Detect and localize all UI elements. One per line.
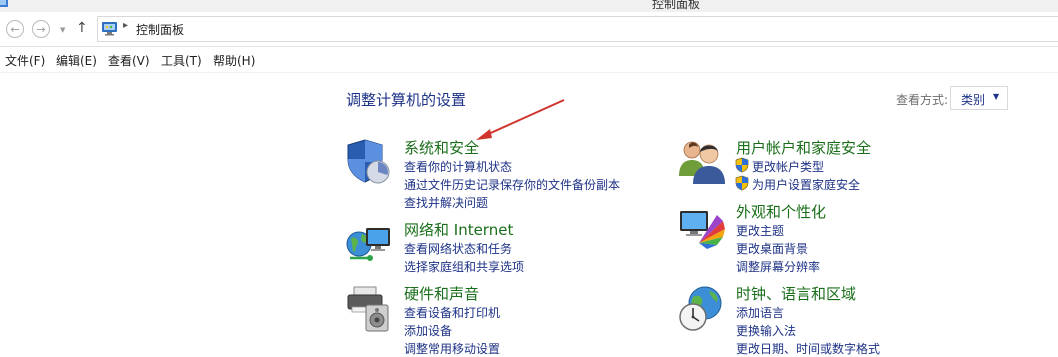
category-title-network-internet[interactable]: 网络和 Internet [404,219,513,240]
link-add-language[interactable]: 添加语言 [736,304,784,321]
clock-language-icon[interactable] [677,283,727,333]
chevron-down-icon: ▼ [993,92,1000,101]
link-family-safety[interactable]: 为用户设置家庭安全 [752,176,860,193]
view-by-value: 类别 [961,93,986,107]
category-title-system-security[interactable]: 系统和安全 [404,137,479,158]
control-panel-icon [102,22,117,36]
link-devices-printers[interactable]: 查看设备和打印机 [404,304,500,321]
menu-help[interactable]: 帮助(H) [213,52,255,69]
link-troubleshoot[interactable]: 查找并解决问题 [404,194,488,211]
category-title-hardware-sound[interactable]: 硬件和声音 [404,283,479,304]
recent-locations-dropdown-icon[interactable]: ▼ [60,26,65,34]
uac-shield-icon [735,157,749,173]
breadcrumb-separator-icon[interactable]: ▸ [123,20,128,31]
navigation-bar: ← → ▼ ↑ ▸ 控制面板 [0,12,1058,47]
link-date-time-format[interactable]: 更改日期、时间或数字格式 [736,340,880,357]
system-security-icon[interactable] [344,136,394,186]
annotation-arrow-icon [476,99,565,140]
link-change-input-method[interactable]: 更换输入法 [736,322,796,339]
link-file-history-backup[interactable]: 通过文件历史记录保存你的文件备份副本 [404,176,620,193]
network-icon[interactable] [344,218,394,268]
back-button[interactable]: ← [6,20,24,38]
forward-arrow-icon: → [36,22,46,36]
category-title-clock-language[interactable]: 时钟、语言和区域 [736,283,856,304]
up-level-button[interactable]: ↑ [76,20,88,36]
uac-shield-icon [735,175,749,191]
address-bar[interactable]: ▸ 控制面板 [97,16,1058,42]
category-title-user-accounts[interactable]: 用户帐户和家庭安全 [736,137,871,158]
title-bar: 控制面板 [0,0,1058,12]
link-mobility-settings[interactable]: 调整常用移动设置 [404,340,500,357]
link-screen-resolution[interactable]: 调整屏幕分辨率 [736,258,820,275]
menu-view[interactable]: 查看(V) [108,52,150,69]
breadcrumb-control-panel[interactable]: 控制面板 [136,21,184,38]
menu-file[interactable]: 文件(F) [5,52,45,69]
category-title-appearance[interactable]: 外观和个性化 [736,201,826,222]
link-view-computer-status[interactable]: 查看你的计算机状态 [404,158,512,175]
menu-tools[interactable]: 工具(T) [161,52,202,69]
back-arrow-icon: ← [10,22,20,36]
user-accounts-icon[interactable] [677,136,727,186]
link-change-account-type[interactable]: 更改帐户类型 [752,158,824,175]
link-add-device[interactable]: 添加设备 [404,322,452,339]
link-network-status-tasks[interactable]: 查看网络状态和任务 [404,240,512,257]
control-panel-app-icon [0,0,8,7]
view-by-dropdown[interactable]: 类别 ▼ [950,86,1008,110]
menu-edit[interactable]: 编辑(E) [56,52,97,69]
menu-bar: 文件(F) 编辑(E) 查看(V) 工具(T) 帮助(H) [0,46,1058,73]
link-desktop-background[interactable]: 更改桌面背景 [736,240,808,257]
hardware-sound-icon[interactable] [344,283,394,333]
page-title: 调整计算机的设置 [346,91,467,109]
window-title: 控制面板 [652,0,701,11]
forward-button[interactable]: → [32,20,50,38]
view-by-label: 查看方式: [896,93,949,107]
link-homegroup-sharing[interactable]: 选择家庭组和共享选项 [404,258,524,275]
link-change-theme[interactable]: 更改主题 [736,222,784,239]
appearance-icon[interactable] [677,201,727,251]
